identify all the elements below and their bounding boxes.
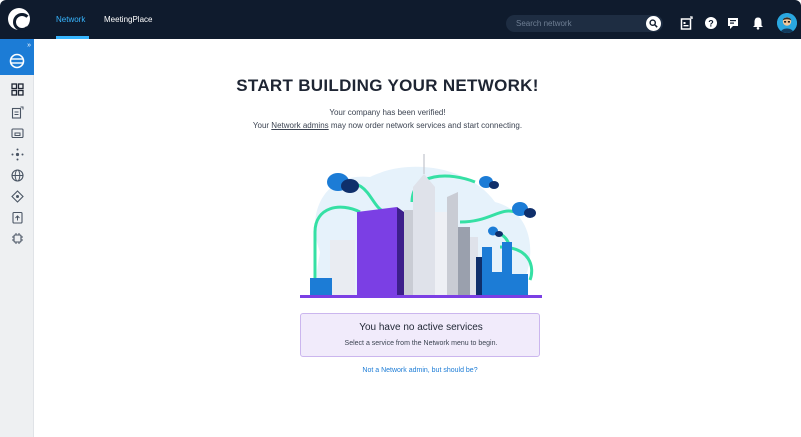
expand-chevron-icon[interactable]: » — [27, 42, 31, 49]
search-icon[interactable] — [646, 16, 661, 31]
svg-text:?: ? — [708, 19, 714, 29]
city-network-illustration — [300, 154, 542, 298]
notice-subtitle: Select a service from the Network menu t… — [344, 340, 498, 347]
network-globe-icon — [9, 53, 25, 69]
search-placeholder: Search network — [516, 19, 572, 28]
sidebar-network-item[interactable]: » — [0, 39, 34, 75]
no-services-notice: You have no active services Select a ser… — [300, 313, 540, 357]
network-admins-link[interactable]: Network admins — [271, 121, 328, 130]
admin-message-suffix: may now order network services and start… — [328, 121, 523, 130]
user-avatar[interactable] — [777, 13, 797, 33]
globe-icon[interactable] — [11, 169, 24, 182]
help-icon[interactable]: ? — [704, 16, 718, 30]
top-nav-bar: Network MeetingPlace Search network ? — [0, 0, 801, 39]
search-input[interactable]: Search network — [506, 15, 663, 32]
network-topology-icon[interactable] — [11, 148, 24, 161]
tab-network[interactable]: Network — [56, 0, 85, 39]
documents-icon[interactable] — [11, 211, 24, 224]
admin-message: Your Network admins may now order networ… — [0, 121, 775, 130]
service-key-icon[interactable] — [680, 16, 694, 30]
tab-meetingplace[interactable]: MeetingPlace — [104, 0, 152, 39]
verified-message: Your company has been verified! — [329, 108, 446, 117]
left-sidebar: » — [0, 39, 34, 437]
admin-message-prefix: Your — [252, 121, 272, 130]
cloud-router-icon[interactable] — [11, 190, 24, 203]
bell-icon[interactable] — [751, 16, 765, 30]
app-logo[interactable] — [8, 8, 31, 31]
page-headline: START BUILDING YOUR NETWORK! — [236, 76, 539, 95]
notice-title: You have no active services — [359, 322, 483, 333]
chat-icon[interactable] — [727, 16, 741, 30]
request-admin-link[interactable]: Not a Network admin, but should be? — [300, 367, 540, 374]
chip-icon[interactable] — [11, 232, 24, 245]
